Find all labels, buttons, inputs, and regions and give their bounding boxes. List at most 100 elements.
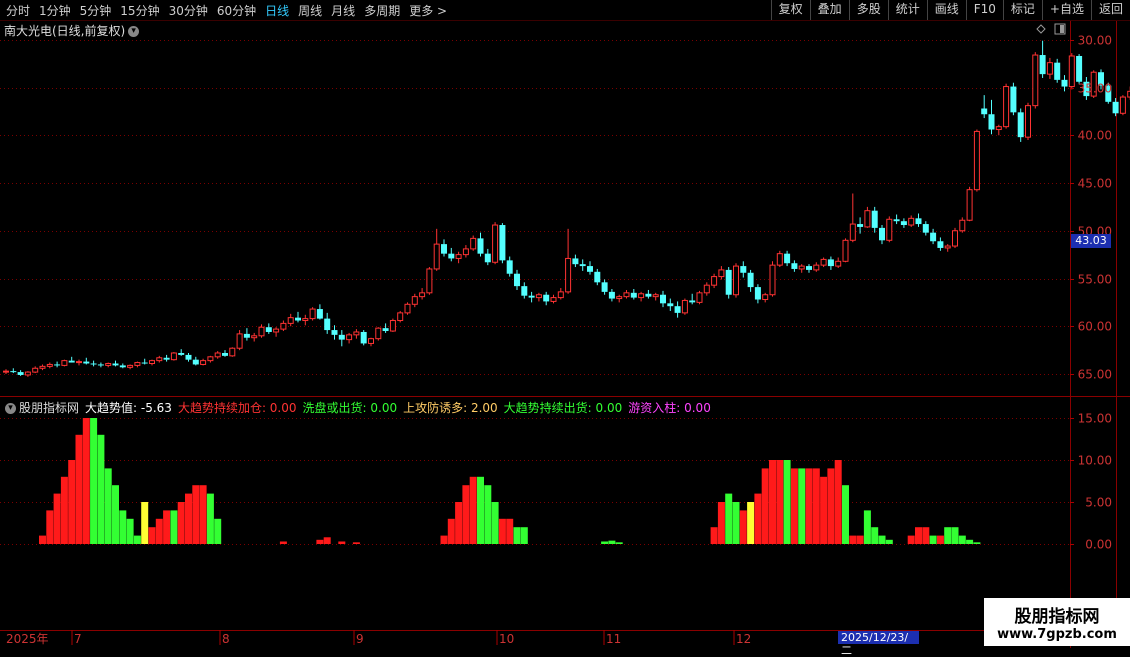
indicator-value: 洗盘或出货: 0.00 (303, 401, 398, 415)
chevron-down-icon[interactable]: ▾ (5, 403, 16, 414)
candle-body (536, 295, 541, 298)
indicator-bar (105, 468, 112, 544)
candle-body (923, 224, 929, 233)
indicator-bar (959, 536, 966, 544)
candle-body (594, 272, 600, 283)
candle-body (660, 295, 666, 304)
chevron-down-icon[interactable]: ▾ (128, 26, 139, 37)
watermark-url: www.7gpzb.com (984, 627, 1130, 642)
price-tick-label: 35.00 (1078, 82, 1112, 96)
watermark: 股朋指标网 www.7gpzb.com (984, 598, 1130, 646)
indicator-bar (61, 477, 68, 544)
candle-body (339, 335, 345, 340)
candle-body (128, 365, 133, 367)
candle-body (887, 219, 892, 240)
price-tick-label: 30.00 (1078, 34, 1112, 48)
f10-button[interactable]: F10 (966, 0, 1003, 20)
back-button[interactable]: 返回 (1091, 0, 1130, 20)
tab-period[interactable]: 周线 (298, 4, 322, 18)
candle-body (106, 363, 111, 365)
time-axis-label: 2025年 (6, 632, 49, 646)
candle-body (1010, 87, 1016, 113)
candle-body (791, 263, 797, 269)
indicator-bar (83, 418, 90, 544)
candle-body (324, 319, 330, 330)
candle-body (10, 371, 16, 372)
candle-body (909, 218, 914, 225)
tab-period-daily[interactable]: 日线 (265, 4, 289, 18)
indicator-bar (930, 536, 937, 544)
candle-body (974, 131, 979, 189)
overlay-button[interactable]: 叠加 (810, 0, 849, 20)
candle-body (303, 319, 308, 321)
price-axis: 65.0060.0055.0050.0045.0040.0035.0030.00 (1070, 34, 1112, 382)
tab-period[interactable]: 30分钟 (169, 4, 208, 18)
main-chart-title: 南大光电(日线,前复权)▾ (4, 22, 142, 39)
tab-period[interactable]: 1分钟 (39, 4, 71, 18)
current-price-tag: 43.03 (1071, 234, 1111, 248)
stats-button[interactable]: 统计 (888, 0, 927, 20)
candle-body (157, 358, 162, 361)
add-watchlist-button[interactable]: +自选 (1042, 0, 1091, 20)
candle-body (1033, 55, 1038, 106)
candle-body (865, 211, 870, 227)
time-axis: 2025年789101112 (6, 630, 751, 646)
candle-body (989, 114, 995, 129)
indicator-bar (922, 527, 929, 544)
indicator-bar (879, 536, 886, 544)
tab-period[interactable]: 分时 (6, 4, 30, 18)
candle-body (259, 327, 264, 336)
candle-body (894, 219, 900, 221)
candle-body (186, 355, 192, 360)
candle-body (916, 218, 922, 224)
tab-period[interactable]: 5分钟 (80, 4, 112, 18)
multi-stock-button[interactable]: 多股 (849, 0, 888, 20)
candle-body (945, 246, 950, 248)
indicator-name[interactable]: 股朋指标网 (19, 401, 79, 415)
candle-body (1040, 55, 1046, 74)
tab-multi-period[interactable]: 多周期 (364, 4, 400, 18)
candle-body (376, 328, 381, 339)
period-toolbar: 分时1分钟5分钟15分钟30分钟60分钟日线周线月线多周期更多 > 复权 叠加 … (0, 0, 1130, 21)
adjust-button[interactable]: 复权 (771, 0, 810, 20)
indicator-bar (134, 536, 141, 544)
indicator-tick-label: 0.00 (1085, 538, 1112, 552)
indicator-axis: 0.005.0010.0015.00 (1070, 412, 1112, 552)
indicator-bar (462, 485, 469, 544)
indicator-bar (68, 460, 75, 544)
candle-body (755, 287, 761, 299)
candle-body (667, 303, 673, 306)
indicator-bar (806, 468, 813, 544)
candle-body (624, 293, 629, 297)
time-axis-label: 12 (736, 632, 751, 646)
indicator-bar (39, 536, 46, 544)
candle-body (712, 277, 717, 286)
candle-body (1120, 97, 1125, 113)
candle-body (960, 220, 965, 231)
candle-body (551, 298, 556, 302)
indicator-bar (725, 494, 732, 544)
indicator-tick-label: 5.00 (1085, 496, 1112, 510)
more-menu[interactable]: 更多 > (409, 4, 447, 18)
candle-body (47, 364, 52, 366)
candle-body (572, 258, 578, 264)
indicator-bar (835, 460, 842, 544)
diamond-icon[interactable] (1037, 25, 1045, 33)
tab-period[interactable]: 月线 (331, 4, 355, 18)
mark-button[interactable]: 标记 (1003, 0, 1042, 20)
candle-body (252, 336, 257, 338)
draw-line-button[interactable]: 画线 (927, 0, 966, 20)
candle-body (521, 286, 527, 296)
indicator-bar (521, 527, 528, 544)
indicator-bar (740, 510, 747, 544)
candle-body (54, 364, 60, 365)
indicator-bar (470, 477, 477, 544)
candle-body (91, 363, 97, 364)
candle-body (1047, 63, 1052, 74)
candle-body (4, 371, 9, 372)
time-axis-label: 9 (356, 632, 364, 646)
tab-period[interactable]: 15分钟 (120, 4, 159, 18)
candle-body (150, 361, 155, 364)
candle-body (967, 190, 972, 221)
tab-period[interactable]: 60分钟 (217, 4, 256, 18)
